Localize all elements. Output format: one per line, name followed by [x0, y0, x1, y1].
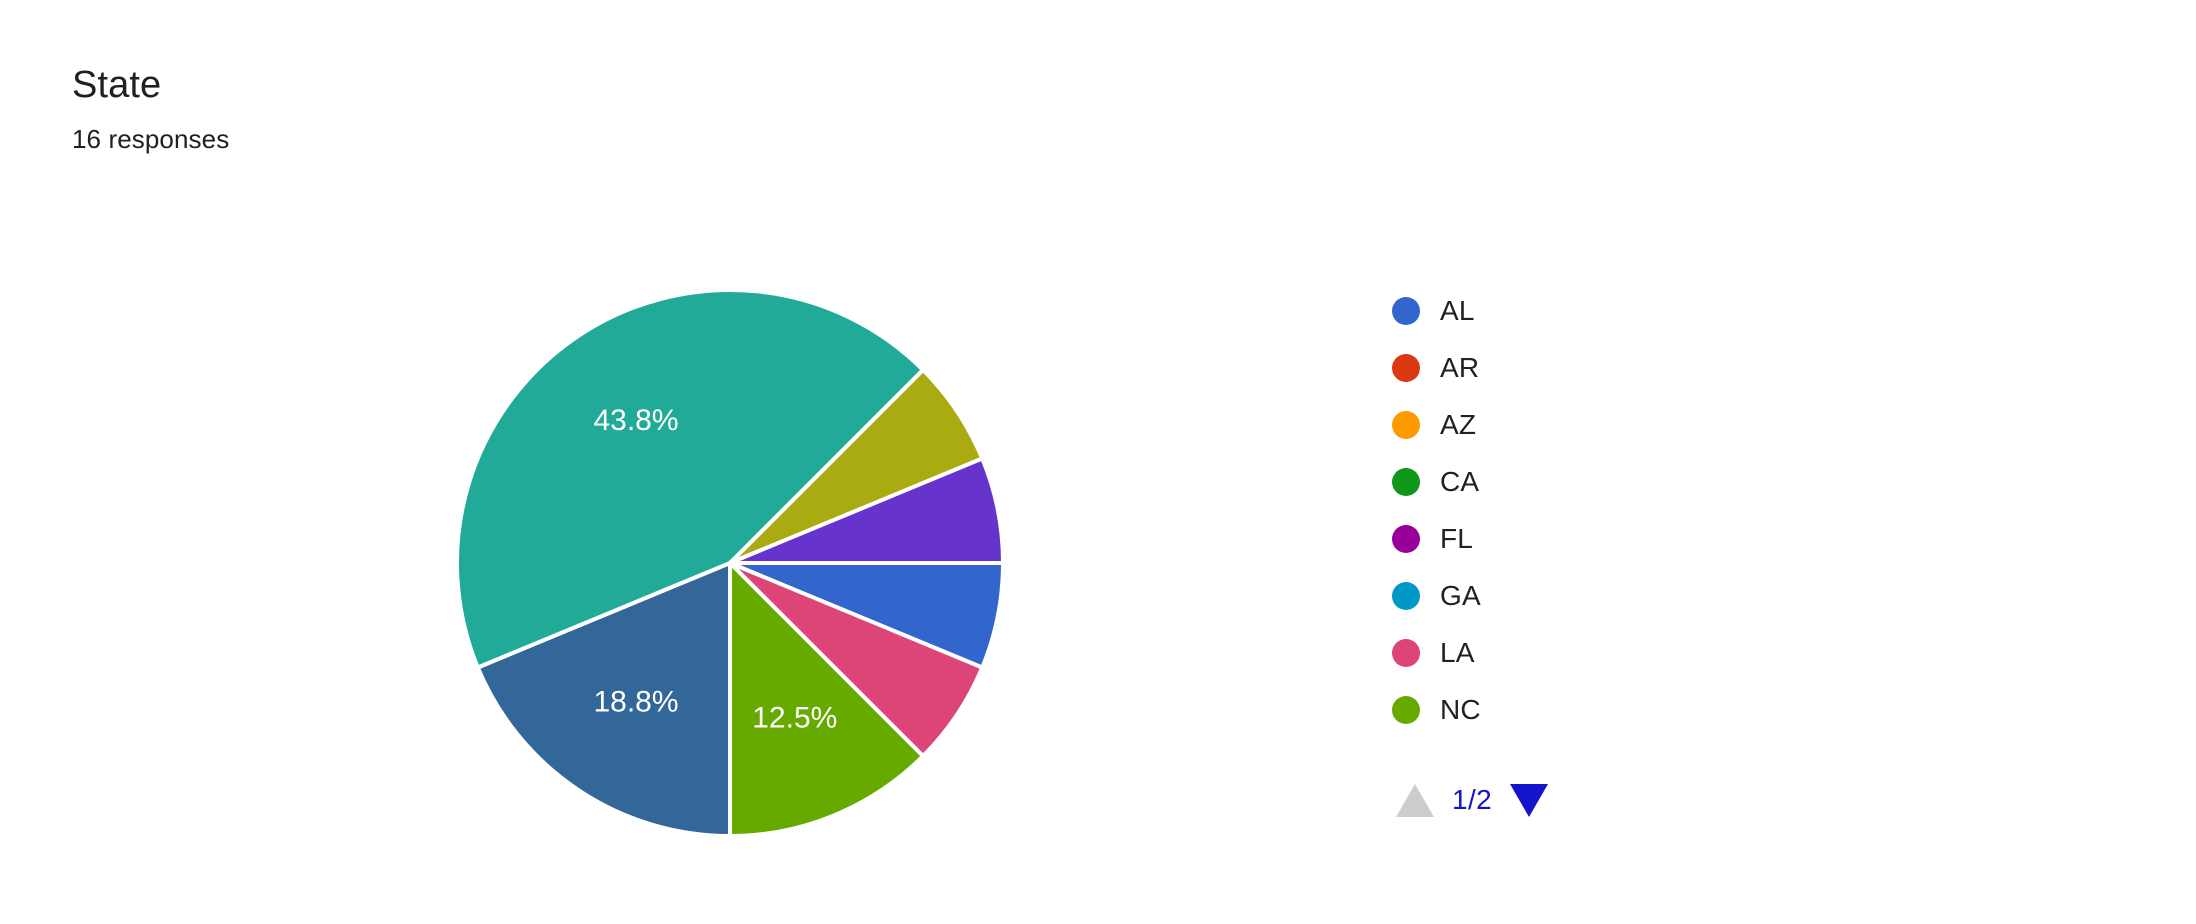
- legend-dot-icon: [1392, 296, 1420, 325]
- legend-dot-icon: [1392, 524, 1420, 553]
- legend-item-label: AR: [1440, 351, 1480, 383]
- pie-slice-label: 43.8%: [593, 404, 678, 437]
- pie-chart-area: 12.5% 18.8% 43.8% AL AR AZ CA FL GA LA NC 1/2: [0, 0, 2196, 924]
- chart-legend: AL AR AZ CA FL GA LA NC: [1392, 282, 1712, 738]
- pie-slice-label: 18.8%: [593, 686, 678, 719]
- legend-item-fl[interactable]: FL: [1392, 510, 1712, 567]
- legend-dot-icon: [1392, 410, 1420, 439]
- legend-item-label: LA: [1440, 636, 1475, 668]
- form-response-page: State 16 responses 12.5% 18.8% 43.8% AL AR A…: [0, 0, 2196, 924]
- triangle-down-icon[interactable]: [1510, 783, 1549, 817]
- legend-item-ga[interactable]: GA: [1392, 567, 1712, 624]
- pie-slice-label: 12.5%: [752, 701, 837, 734]
- legend-item-al[interactable]: AL: [1392, 282, 1712, 339]
- legend-dot-icon: [1392, 638, 1420, 667]
- legend-item-ca[interactable]: CA: [1392, 453, 1712, 510]
- legend-item-label: AL: [1440, 294, 1475, 326]
- legend-item-az[interactable]: AZ: [1392, 396, 1712, 453]
- legend-item-label: FL: [1440, 522, 1474, 554]
- legend-item-label: CA: [1440, 465, 1480, 497]
- legend-dot-icon: [1392, 695, 1420, 724]
- legend-pager: 1/2: [1396, 780, 1549, 820]
- legend-item-label: NC: [1440, 693, 1481, 725]
- legend-item-label: AZ: [1440, 408, 1477, 440]
- pie-chart-svg: 12.5% 18.8% 43.8%: [457, 290, 1003, 836]
- legend-dot-icon: [1392, 467, 1420, 496]
- pager-page-indicator: 1/2: [1452, 784, 1493, 815]
- legend-dot-icon: [1392, 581, 1420, 610]
- triangle-up-icon[interactable]: [1396, 783, 1434, 817]
- legend-item-ar[interactable]: AR: [1392, 339, 1712, 396]
- legend-item-label: GA: [1440, 579, 1481, 611]
- legend-item-la[interactable]: LA: [1392, 624, 1712, 681]
- pie-chart: 12.5% 18.8% 43.8%: [457, 290, 1003, 836]
- legend-dot-icon: [1392, 353, 1420, 382]
- legend-item-nc[interactable]: NC: [1392, 681, 1712, 738]
